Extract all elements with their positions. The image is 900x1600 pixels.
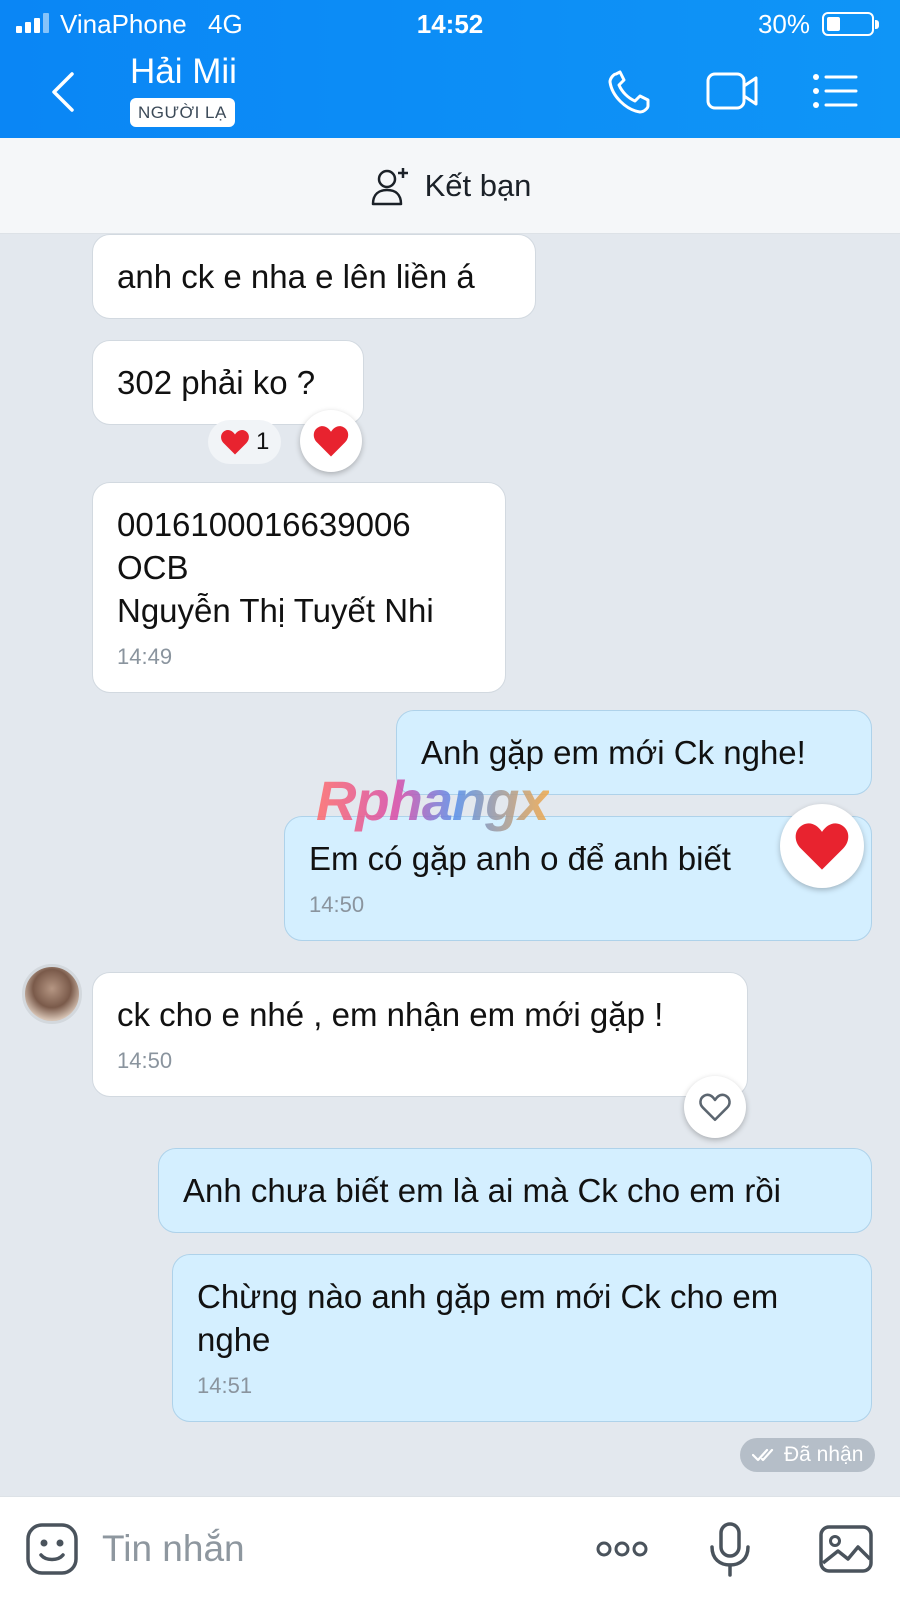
image-button[interactable] <box>816 1519 876 1579</box>
message-time: 14:50 <box>309 892 365 917</box>
double-check-icon <box>752 1448 774 1462</box>
reaction-count: 1 <box>256 428 270 455</box>
chat-header: VinaPhone 4G 14:52 30% Hải Mii NGƯỜI LẠ <box>0 0 900 138</box>
message-text-line: Chừng nào anh gặp em mới Ck cho em <box>197 1278 779 1315</box>
reaction-button[interactable] <box>780 804 864 888</box>
heart-outline-icon <box>699 1093 731 1122</box>
sticker-icon <box>26 1523 78 1575</box>
add-friend-button[interactable]: Kết bạn <box>0 138 900 234</box>
message-time: 14:50 <box>117 1048 173 1073</box>
more-icon <box>596 1541 648 1557</box>
message-text: anh ck e nha e lên liền á <box>117 258 475 295</box>
message-bubble[interactable]: ck cho e nhé , em nhận em mới gặp ! 14:5… <box>92 972 748 1097</box>
message-bubble[interactable]: anh ck e nha e lên liền á <box>92 234 536 319</box>
reaction-summary[interactable]: 1 <box>208 420 282 464</box>
message-bubble[interactable]: Anh chưa biết em là ai mà Ck cho em rồi <box>158 1148 872 1233</box>
microphone-icon <box>710 1522 750 1577</box>
heart-icon <box>313 426 349 457</box>
contact-name[interactable]: Hải Mii <box>130 52 237 92</box>
voice-button[interactable] <box>700 1519 760 1579</box>
message-input-bar <box>0 1496 900 1600</box>
list-menu-icon <box>813 74 858 108</box>
stranger-badge: NGƯỜI LẠ <box>130 98 235 127</box>
heart-icon <box>795 823 849 870</box>
add-user-icon <box>371 167 408 205</box>
add-friend-label: Kết bạn <box>424 167 532 203</box>
message-time: 14:49 <box>117 644 173 669</box>
menu-button[interactable] <box>808 66 864 116</box>
message-text: Anh chưa biết em là ai mà Ck cho em rồi <box>183 1172 782 1209</box>
image-icon <box>819 1525 873 1573</box>
message-text-line: OCB <box>117 549 189 586</box>
message-bubble[interactable]: 0016100016639006 OCB Nguyễn Thị Tuyết Nh… <box>92 482 506 693</box>
message-text: 302 phải ko ? <box>117 364 316 401</box>
message-time: 14:51 <box>197 1373 253 1398</box>
battery-level <box>827 17 840 31</box>
back-button[interactable] <box>44 70 84 114</box>
video-call-button[interactable] <box>704 66 760 116</box>
battery-percent: 30% <box>757 9 810 39</box>
video-camera-icon <box>706 72 758 110</box>
avatar[interactable] <box>22 964 82 1024</box>
message-text-line: nghe <box>197 1321 271 1358</box>
message-input[interactable] <box>102 1521 552 1577</box>
heart-icon <box>221 430 249 455</box>
message-text: Em có gặp anh o để anh biết <box>309 840 731 877</box>
message-text-line: Nguyễn Thị Tuyết Nhi <box>117 592 434 629</box>
more-button[interactable] <box>592 1519 652 1579</box>
reaction-button[interactable] <box>684 1076 746 1138</box>
reaction-button[interactable] <box>300 410 362 472</box>
sticker-button[interactable] <box>22 1519 82 1579</box>
watermark: Rphangx <box>316 769 550 832</box>
message-text-line: 0016100016639006 <box>117 506 411 543</box>
call-button[interactable] <box>604 66 660 116</box>
message-bubble[interactable]: Chừng nào anh gặp em mới Ck cho em nghe … <box>172 1254 872 1422</box>
delivery-status-text: Đã nhận <box>784 1443 864 1466</box>
back-icon <box>52 72 74 112</box>
phone-icon <box>608 70 650 114</box>
delivery-status-badge: Đã nhận <box>740 1438 876 1472</box>
status-bar: VinaPhone 4G 14:52 30% <box>0 0 900 46</box>
message-text: Anh gặp em mới Ck nghe! <box>421 734 806 771</box>
battery-icon <box>822 12 879 36</box>
message-text: ck cho e nhé , em nhận em mới gặp ! <box>117 996 664 1033</box>
